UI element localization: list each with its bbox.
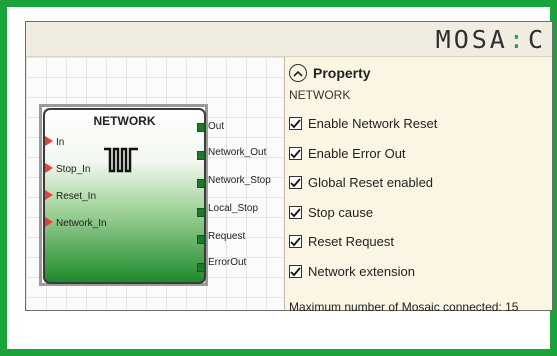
input-label-network-in: Network_In [56, 218, 107, 229]
checkmark-icon [290, 207, 301, 217]
option-reset-request[interactable]: Reset Request [289, 234, 394, 249]
chevron-up-icon[interactable] [289, 64, 307, 82]
output-port-errorout[interactable] [197, 263, 205, 272]
checkmark-icon [290, 118, 301, 128]
checkbox-enable-network-reset[interactable] [289, 117, 302, 130]
logo-text-left: MOSA [435, 24, 508, 54]
design-canvas[interactable]: NETWORK In Stop_In Reset_In Network_In O… [26, 57, 285, 310]
output-label-out: Out [208, 121, 225, 132]
network-pulse-icon [104, 147, 138, 173]
option-enable-network-reset[interactable]: Enable Network Reset [289, 116, 437, 131]
output-port-request[interactable] [197, 235, 205, 244]
option-network-extension[interactable]: Network extension [289, 264, 415, 279]
app-window: MOSA: C NETWORK In Stop_In Reset_In Netwo… [25, 21, 553, 314]
input-label-stop-in: Stop_In [56, 164, 91, 175]
option-label: Reset Request [308, 234, 394, 249]
option-label: Stop cause [308, 205, 374, 220]
property-title: Property [313, 65, 371, 81]
checkbox-enable-error-out[interactable] [289, 147, 302, 160]
option-label: Global Reset enabled [308, 175, 434, 190]
output-port-network-out[interactable] [197, 151, 205, 160]
output-label-request: Request [208, 231, 246, 242]
mosaic-logo: MOSA: C [435, 24, 546, 54]
checkbox-network-extension[interactable] [289, 265, 302, 278]
checkmark-icon [290, 177, 301, 187]
logo-dot-icon: : [508, 24, 527, 54]
checkbox-reset-request[interactable] [289, 235, 302, 248]
output-port-out[interactable] [197, 123, 205, 132]
input-port-reset-in[interactable] [45, 190, 53, 200]
output-label-network-stop: Network_Stop [208, 175, 271, 186]
option-label: Enable Error Out [308, 146, 406, 161]
option-global-reset-enabled[interactable]: Global Reset enabled [289, 175, 433, 190]
outer-frame: MOSA: C NETWORK In Stop_In Reset_In Netwo… [0, 0, 557, 356]
output-port-local-stop[interactable] [197, 208, 205, 217]
checkmark-icon [290, 266, 301, 276]
input-port-in[interactable] [45, 136, 53, 146]
option-label: Enable Network Reset [308, 116, 438, 131]
block-title: NETWORK [93, 114, 156, 128]
input-port-network-in[interactable] [45, 217, 53, 227]
max-connected-text: Maximum number of Mosaic connected: 15 [289, 300, 519, 314]
input-label-in: In [56, 137, 65, 148]
logo-text-right: C [527, 24, 546, 54]
input-port-stop-in[interactable] [45, 163, 53, 173]
checkbox-global-reset-enabled[interactable] [289, 176, 302, 189]
top-bar: MOSA: C [26, 22, 552, 57]
option-stop-cause[interactable]: Stop cause [289, 205, 373, 220]
option-label: Network extension [308, 264, 415, 279]
checkmark-icon [290, 148, 301, 158]
option-enable-error-out[interactable]: Enable Error Out [289, 146, 406, 161]
checkbox-stop-cause[interactable] [289, 206, 302, 219]
input-label-reset-in: Reset_In [56, 191, 97, 202]
output-label-local-stop: Local_Stop [208, 203, 259, 214]
output-label-errorout: ErrorOut [208, 257, 247, 268]
property-header[interactable]: Property [289, 64, 371, 82]
output-port-network-stop[interactable] [197, 179, 205, 188]
checkmark-icon [290, 236, 301, 246]
property-panel: Property NETWORK Enable Network Reset En… [285, 57, 552, 314]
property-subtitle: NETWORK [289, 88, 351, 102]
output-label-network-out: Network_Out [208, 147, 267, 158]
